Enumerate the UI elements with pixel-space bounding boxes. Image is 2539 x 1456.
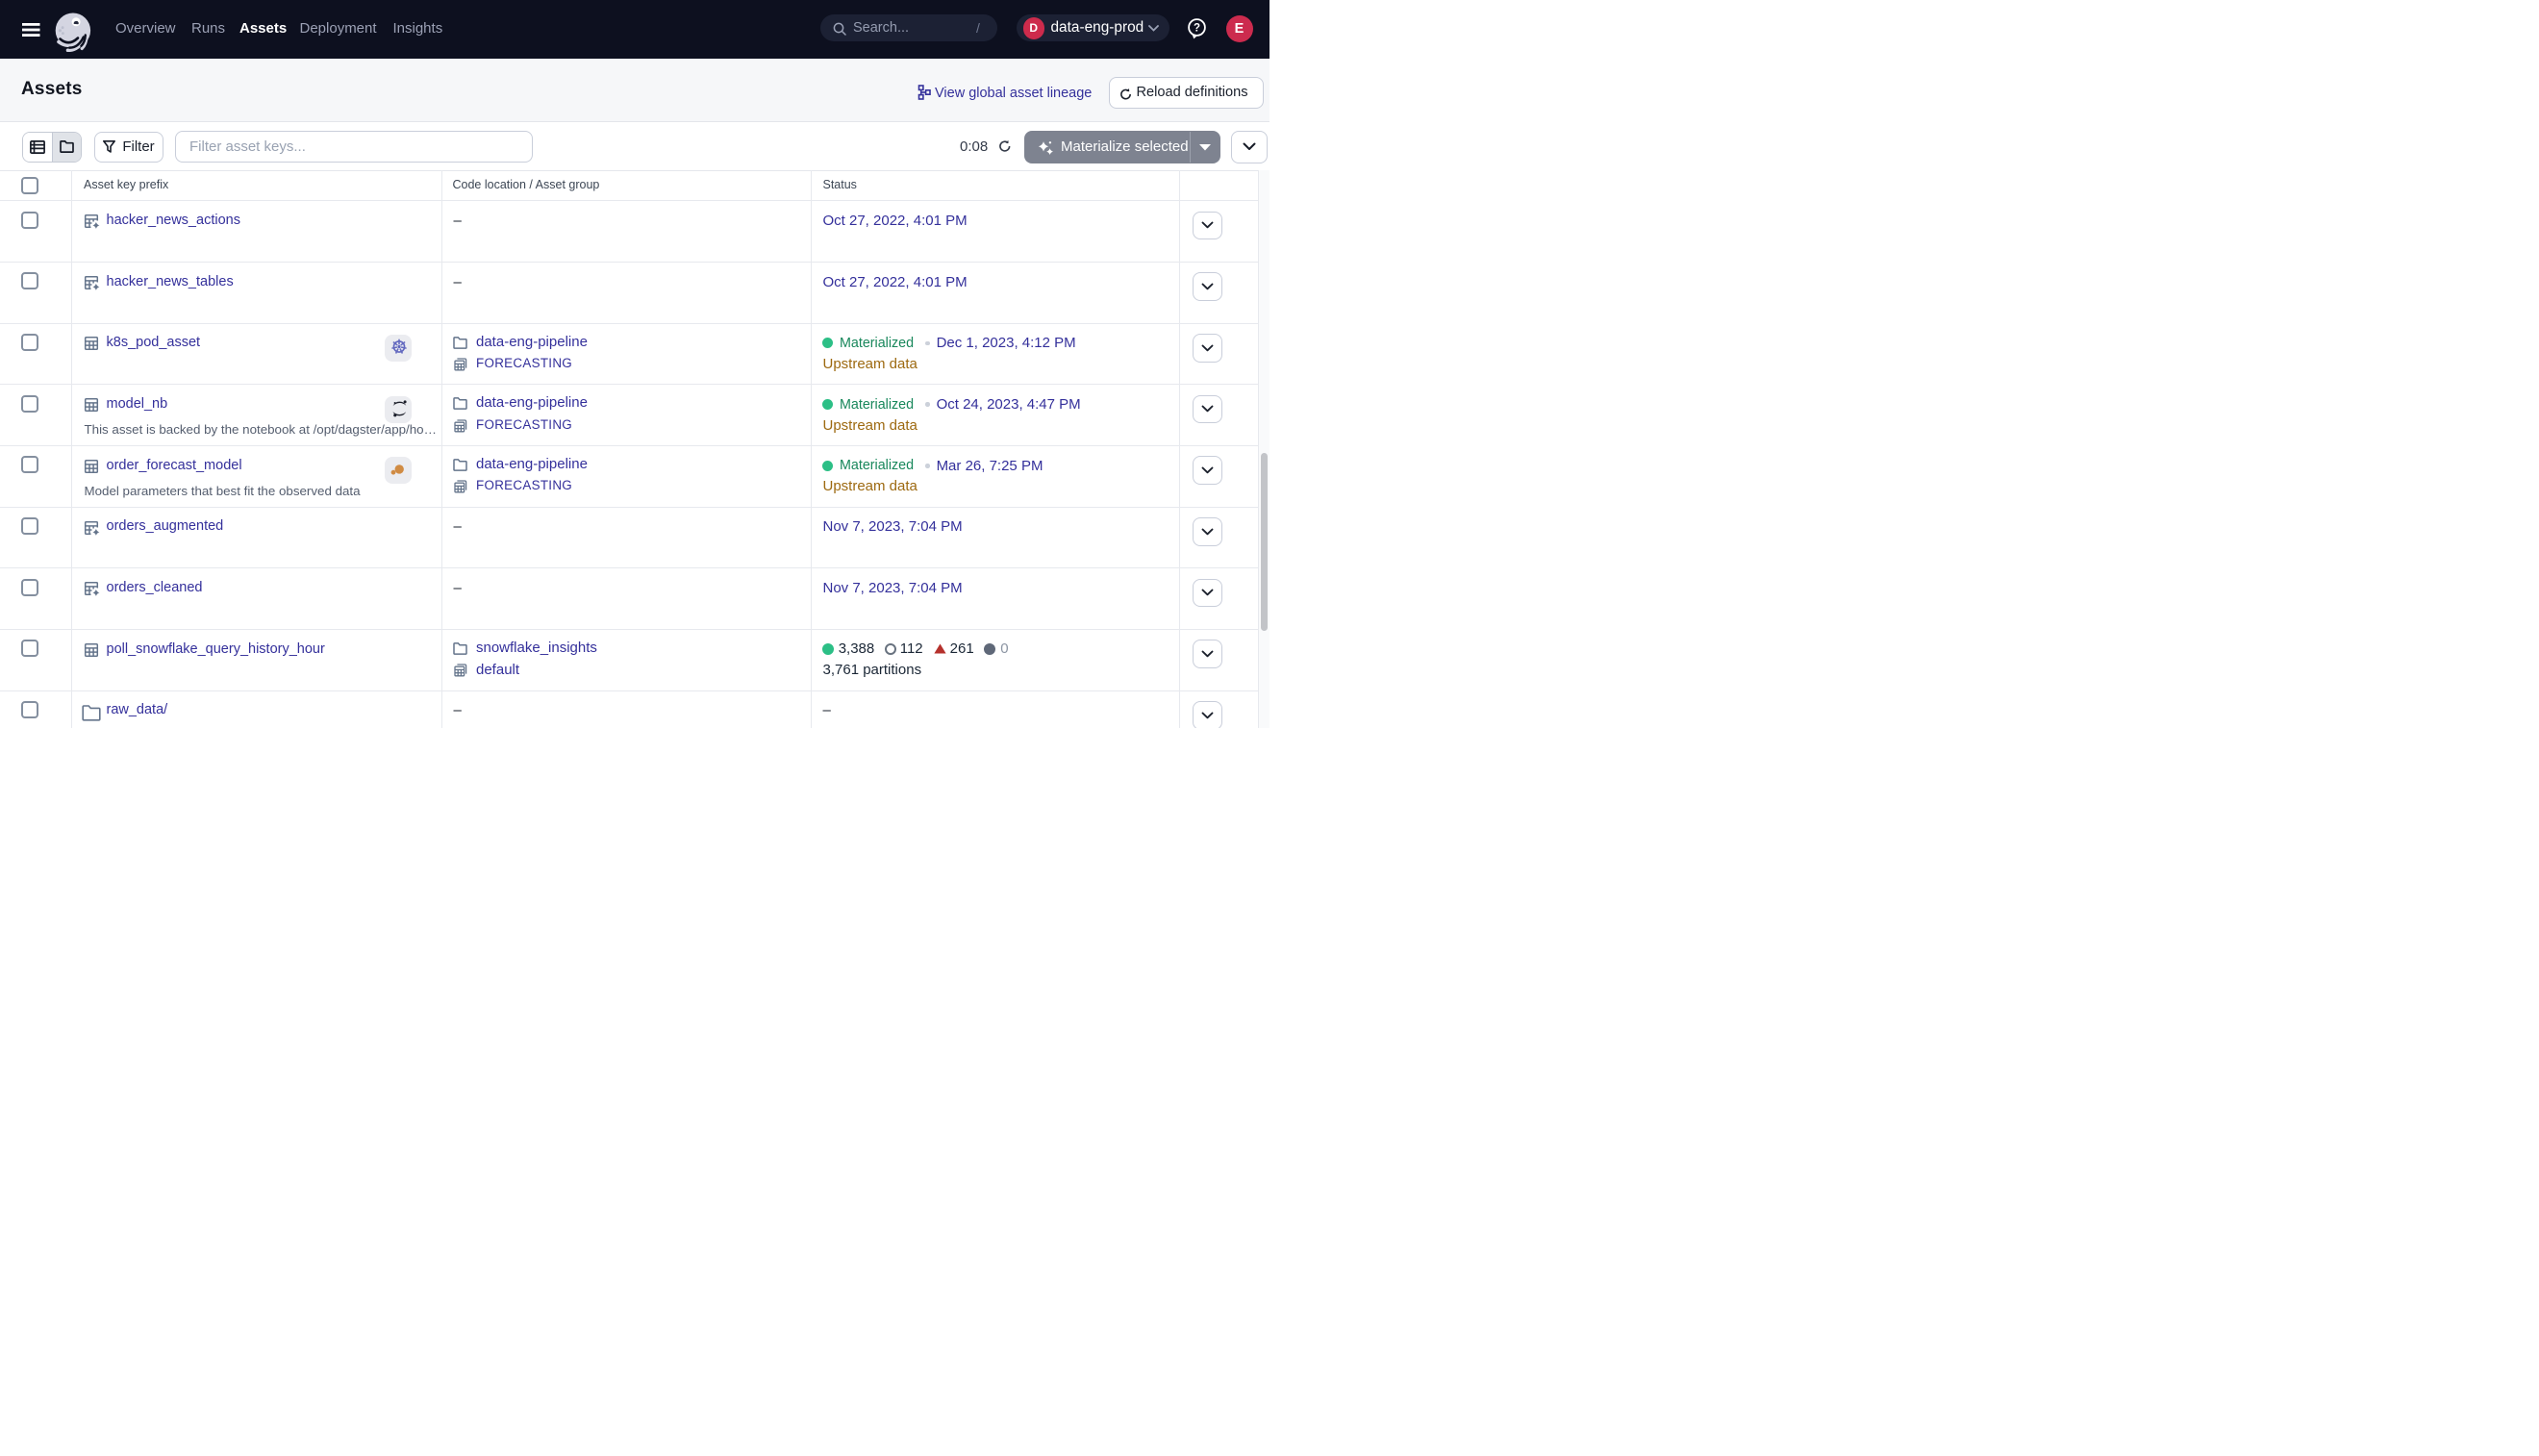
svg-text:?: ?	[1193, 23, 1199, 35]
